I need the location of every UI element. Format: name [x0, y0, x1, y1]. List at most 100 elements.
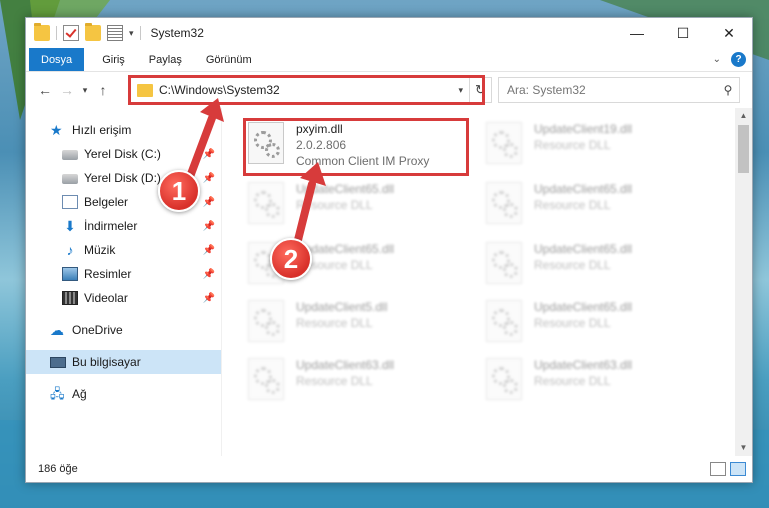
tab-view[interactable]: Görünüm: [194, 48, 264, 71]
view-properties-icon[interactable]: [107, 25, 123, 41]
search-box[interactable]: ⚲: [498, 77, 740, 103]
ribbon-tabs: Dosya Giriş Paylaş Görünüm ⌄ ?: [26, 48, 752, 72]
search-input[interactable]: [507, 83, 717, 97]
file-item[interactable]: UpdateClient63.dll Resource DLL: [484, 354, 704, 410]
scroll-up-arrow-icon[interactable]: ▲: [735, 108, 752, 124]
minimize-button[interactable]: —: [614, 18, 660, 48]
quick-access-toolbar: ▾: [26, 23, 141, 41]
file-description: Resource DLL: [534, 258, 611, 272]
sidebar-item-label: Müzik: [84, 243, 116, 257]
file-item[interactable]: UpdateClient65.dll Resource DLL: [484, 178, 704, 234]
file-item-pxyim-dll[interactable]: pxyim.dll 2.0.2.806 Common Client IM Pro…: [246, 118, 466, 174]
file-item[interactable]: UpdateClient65.dll Resource DLL: [484, 238, 704, 294]
pin-icon[interactable]: 📌: [203, 173, 215, 184]
large-icons-view-icon[interactable]: [730, 462, 746, 476]
sidebar-item-network[interactable]: 🖧 Ağ: [26, 382, 221, 406]
tab-share[interactable]: Paylaş: [137, 48, 194, 71]
tab-file[interactable]: Dosya: [29, 48, 85, 71]
expand-ribbon-chevron-icon[interactable]: ⌄: [713, 54, 721, 65]
pin-icon[interactable]: 📌: [203, 221, 215, 232]
sidebar-item-label: Ağ: [72, 387, 87, 401]
computer-icon: [50, 357, 66, 368]
sidebar-item-downloads[interactable]: ⬇ İndirmeler 📌: [26, 214, 221, 238]
sidebar-item-label: OneDrive: [72, 323, 123, 337]
sidebar-item-pictures[interactable]: Resimler 📌: [26, 262, 221, 286]
file-item[interactable]: UpdateClient63.dll Resource DLL: [246, 354, 466, 410]
address-bar[interactable]: C:\Windows\System32 ▾ ↻: [130, 77, 492, 103]
new-folder-icon[interactable]: [85, 23, 101, 41]
sidebar-item-onedrive[interactable]: ☁ OneDrive: [26, 318, 221, 342]
sidebar-item-quick-access[interactable]: ★ Hızlı erişim: [26, 118, 221, 142]
sidebar-item-this-pc[interactable]: Bu bilgisayar: [26, 350, 221, 374]
file-description: Resource DLL: [296, 316, 373, 330]
sidebar-item-music[interactable]: ♪ Müzik 📌: [26, 238, 221, 262]
file-name: UpdateClient65.dll: [534, 242, 633, 256]
sidebar-item-local-disk-c[interactable]: Yerel Disk (C:) 📌: [26, 142, 221, 166]
scroll-down-arrow-icon[interactable]: ▼: [735, 440, 752, 456]
pin-icon[interactable]: 📌: [203, 197, 215, 208]
folder-icon: [137, 83, 153, 97]
file-name: UpdateClient63.dll: [296, 358, 395, 372]
close-button[interactable]: ✕: [706, 18, 752, 48]
drive-icon: [62, 150, 78, 160]
file-details: UpdateClient63.dll Resource DLL: [296, 358, 394, 388]
step-1-badge: 1: [158, 170, 200, 212]
file-item[interactable]: UpdateClient65.dll Resource DLL: [484, 296, 704, 352]
sidebar-item-label: Resimler: [84, 267, 132, 281]
scrollbar-thumb[interactable]: [738, 125, 749, 173]
file-name: UpdateClient65.dll: [534, 300, 633, 314]
tab-home[interactable]: Giriş: [90, 48, 137, 71]
file-description: Resource DLL: [534, 374, 611, 388]
customize-toolbar-chevron-icon[interactable]: ▾: [129, 28, 134, 39]
dll-file-icon: [248, 182, 284, 224]
documents-icon: [62, 195, 78, 209]
dll-file-icon: [486, 182, 522, 224]
drive-icon: [62, 174, 78, 184]
pin-icon[interactable]: 📌: [203, 149, 215, 160]
toolbar-divider: [56, 26, 57, 40]
vertical-scrollbar[interactable]: ▲ ▼: [735, 108, 752, 456]
navigation-bar: ← → ▾ ↑ C:\Windows\System32 ▾ ↻ ⚲: [26, 72, 752, 108]
status-bar: 186 öğe: [26, 456, 752, 482]
recent-locations-chevron-icon[interactable]: ▾: [78, 85, 92, 96]
sidebar-item-videos[interactable]: Videolar 📌: [26, 286, 221, 310]
pin-icon[interactable]: 📌: [203, 293, 215, 304]
sidebar-item-label: Bu bilgisayar: [72, 355, 141, 369]
file-explorer-window: ▾ System32 — ☐ ✕ Dosya Giriş Paylaş Görü…: [25, 17, 753, 483]
file-item[interactable]: UpdateClient65.dll Resource DLL: [246, 178, 466, 234]
sidebar-item-label: İndirmeler: [84, 219, 138, 233]
ribbon-right-controls: ⌄ ?: [713, 52, 746, 67]
help-icon[interactable]: ?: [731, 52, 746, 67]
title-bar: ▾ System32 — ☐ ✕: [26, 18, 752, 48]
up-arrow-icon[interactable]: ↑: [92, 82, 114, 98]
step-2-badge: 2: [270, 238, 312, 280]
view-toggles: [710, 462, 746, 476]
file-name: UpdateClient63.dll: [534, 358, 633, 372]
sidebar-item-label: Hızlı erişim: [72, 123, 132, 137]
dll-file-icon: [486, 358, 522, 400]
window-controls: — ☐ ✕: [614, 18, 752, 48]
address-path[interactable]: C:\Windows\System32: [159, 83, 458, 97]
back-arrow-icon[interactable]: ←: [34, 82, 56, 98]
address-history-chevron-icon[interactable]: ▾: [458, 85, 463, 96]
dll-file-icon: [486, 242, 522, 284]
sidebar-item-label: Yerel Disk (D:): [84, 171, 161, 185]
maximize-button[interactable]: ☐: [660, 18, 706, 48]
dll-file-icon: [248, 122, 284, 164]
pin-icon[interactable]: 📌: [203, 245, 215, 256]
refresh-icon[interactable]: ↻: [469, 78, 491, 102]
details-view-icon[interactable]: [710, 462, 726, 476]
search-icon[interactable]: ⚲: [717, 83, 739, 97]
pin-icon[interactable]: 📌: [203, 269, 215, 280]
properties-check-icon[interactable]: [63, 25, 79, 41]
file-item[interactable]: UpdateClient19.dll Resource DLL: [484, 118, 704, 174]
forward-arrow-icon[interactable]: →: [56, 82, 78, 98]
dll-file-icon: [486, 122, 522, 164]
file-name: pxyim.dll: [296, 122, 343, 136]
file-details: UpdateClient5.dll Resource DLL: [296, 300, 387, 330]
downloads-icon: ⬇: [64, 218, 76, 234]
file-item[interactable]: UpdateClient5.dll Resource DLL: [246, 296, 466, 352]
dll-file-icon: [248, 300, 284, 342]
